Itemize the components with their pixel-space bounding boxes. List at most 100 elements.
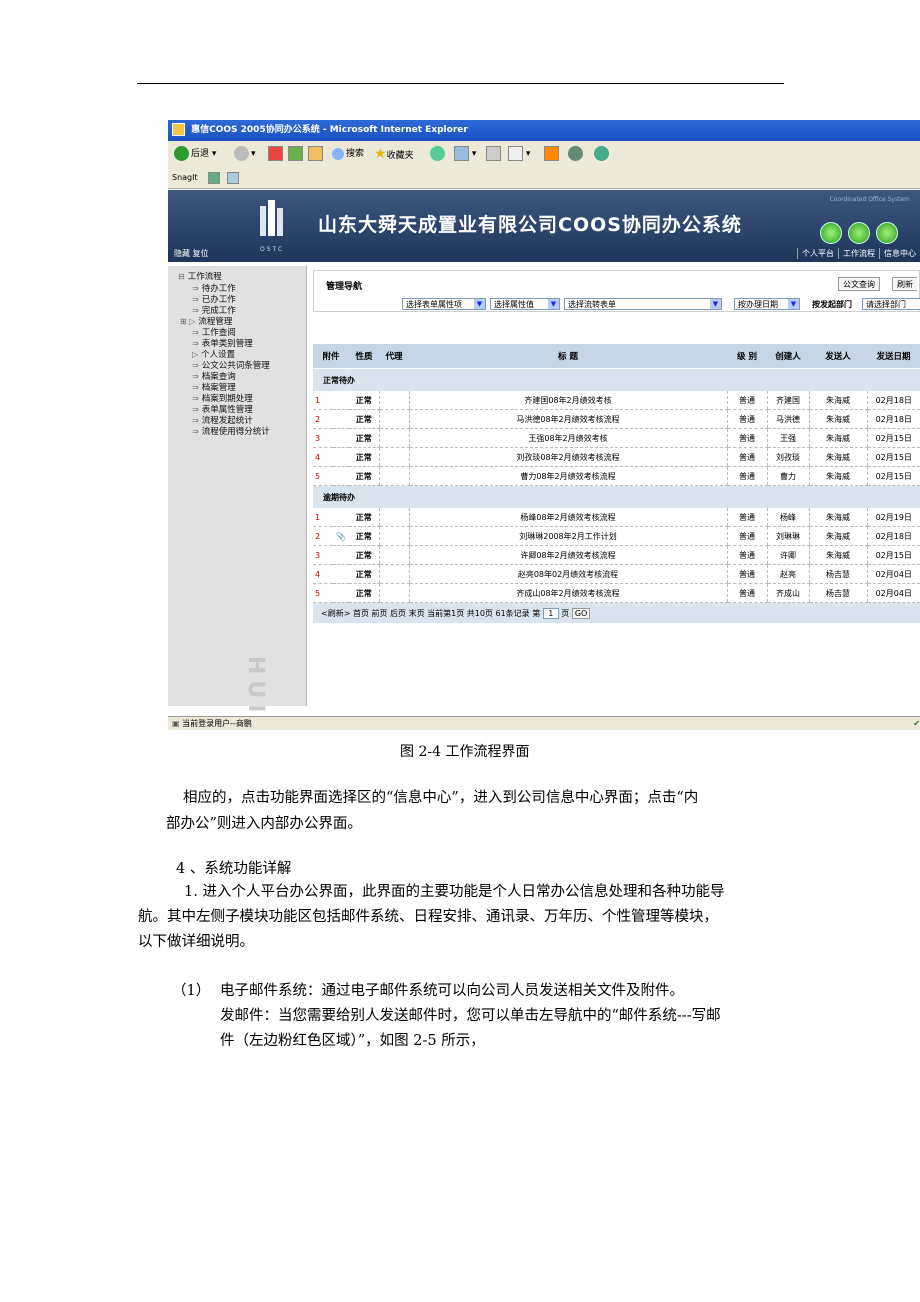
hide-link[interactable]: 隐藏 xyxy=(174,249,190,258)
edit-button[interactable]: ▾ xyxy=(508,145,530,163)
favorites-button[interactable]: ★收藏夹 xyxy=(374,145,414,163)
stop-button[interactable] xyxy=(268,145,283,163)
row-creator: 许卿 xyxy=(766,545,810,565)
tree-item-flow-score[interactable]: ⇒ 流程使用得分统计 xyxy=(192,425,270,437)
tab-info-center[interactable]: 信息中心 xyxy=(879,248,920,259)
row-number: 1 xyxy=(313,391,333,410)
links-bar: SnagIt xyxy=(168,167,920,189)
row-sender: 朱海威 xyxy=(808,391,868,410)
panel-title: 管理导航 xyxy=(326,282,363,292)
window-icon[interactable] xyxy=(226,171,239,184)
search-button[interactable]: 搜索 xyxy=(332,145,364,163)
back-button[interactable]: 后退 ▾ xyxy=(174,145,216,163)
left-tree-panel: ⊟ 工作流程 ⇒ 待办工作 ⇒ 已办工作 ⇒ 完成工作 ⊞ ▷ 流程管理 ⇒ 工作查阅 ⇒ 表… xyxy=(168,266,307,730)
col-nature[interactable]: 性质 xyxy=(349,344,380,369)
power-icon[interactable] xyxy=(876,222,898,244)
row-title[interactable]: 马洪德08年2月绩效考核流程 xyxy=(408,409,728,429)
row-title[interactable]: 许卿08年2月绩效考核流程 xyxy=(408,545,728,565)
company-logo-icon xyxy=(260,200,283,236)
table-row[interactable]: 4 正常 赵亮08年02月绩效考核流程 普通 赵亮 杨吉慧 02月04日 xyxy=(313,564,920,584)
tab-workflow[interactable]: 工作流程 xyxy=(838,248,879,259)
forward-button[interactable]: ▾ xyxy=(234,145,256,163)
row-title[interactable]: 刘孜琰08年2月绩效考核流程 xyxy=(408,447,728,467)
form-attr-select[interactable]: 选择表单属性项 ▼ xyxy=(402,298,486,310)
item1-text: 电子邮件系统：通过电子邮件系统可以向公司人员发送相关文件及附件。 xyxy=(220,983,684,999)
row-title[interactable]: 齐成山08年2月绩效考核流程 xyxy=(408,583,728,603)
row-proxy xyxy=(378,466,410,486)
print-button[interactable] xyxy=(486,145,501,163)
table-row[interactable]: 1 正常 杨峰08年2月绩效考核流程 普通 杨峰 朱海威 02月19日 xyxy=(313,508,920,527)
row-nature: 正常 xyxy=(349,466,380,486)
browser-toolbar: 后退 ▾ ▾ 搜索 ★收藏夹 ▾ ▾ xyxy=(168,141,920,168)
capture-icon[interactable] xyxy=(208,171,221,184)
contacts-button[interactable] xyxy=(594,145,611,163)
date-sort-select[interactable]: 按办理日期 ▼ xyxy=(734,298,800,310)
app-banner: OSTC 山东大舜天成置业有限公司COOS协同办公系统 Coordinated … xyxy=(168,190,920,262)
back-nav-icon[interactable] xyxy=(820,222,842,244)
history-button[interactable] xyxy=(430,145,447,163)
row-title[interactable]: 王强08年2月绩效考核 xyxy=(408,428,728,448)
attr-value-select[interactable]: 选择属性值 ▼ xyxy=(490,298,560,310)
row-title[interactable]: 刘琳琳2008年2月工作计划 xyxy=(408,526,728,546)
window-title: 惠信COOS 2005协同办公系统 - Microsoft Internet E… xyxy=(191,125,468,135)
row-nature: 正常 xyxy=(349,545,380,565)
col-sender[interactable]: 发送人 xyxy=(809,344,868,369)
col-proxy[interactable]: 代理 xyxy=(379,344,410,369)
refresh-page-button[interactable]: 刷新 xyxy=(892,277,917,291)
section-label: 逾期待办 xyxy=(313,485,920,508)
refresh-button[interactable] xyxy=(288,145,303,163)
row-creator: 赵亮 xyxy=(766,564,810,584)
tab-personal-platform[interactable]: 个人平台 xyxy=(797,248,838,259)
row-title[interactable]: 齐建国08年2月绩效考核 xyxy=(408,391,728,410)
reset-link[interactable]: 复位 xyxy=(193,249,209,258)
col-level[interactable]: 级 别 xyxy=(727,344,768,369)
row-send-date: 02月15日 xyxy=(866,428,920,448)
edit-icon xyxy=(508,146,523,161)
col-creator[interactable]: 创建人 xyxy=(767,344,810,369)
table-row[interactable]: 5 正常 齐成山08年2月绩效考核流程 普通 齐成山 杨吉慧 02月04日 xyxy=(313,583,920,603)
row-number: 5 xyxy=(313,466,333,486)
table-row[interactable]: 5 正常 曹力08年2月绩效考核流程 普通 曹力 朱海威 02月15日 xyxy=(313,466,920,486)
row-level: 普通 xyxy=(726,526,768,546)
home-icon xyxy=(308,146,323,161)
forward-arrow-icon xyxy=(234,146,249,161)
row-proxy xyxy=(378,526,410,546)
row-creator: 马洪德 xyxy=(766,409,810,429)
messenger-button[interactable] xyxy=(544,145,559,163)
pager-text[interactable]: <刷新> 首页 前页 后页 末页 当前第1页 共10页 61条记录 第 xyxy=(321,609,540,618)
row-sender: 朱海威 xyxy=(808,447,868,467)
row-level: 普通 xyxy=(726,447,768,467)
management-nav-panel: 管理导航 公文查询 刷新 选择表单属性项 ▼ 选择属性值 ▼ 选择流转表单 ▼ 按办理… xyxy=(313,270,920,312)
col-send-date[interactable]: 发送日期 xyxy=(867,344,920,369)
table-row[interactable]: 1 正常 齐建国08年2月绩效考核 普通 齐建国 朱海威 02月18日 xyxy=(313,391,920,410)
table-row[interactable]: 3 正常 许卿08年2月绩效考核流程 普通 许卿 朱海威 02月15日 xyxy=(313,545,920,565)
header-rule xyxy=(137,83,784,84)
row-title[interactable]: 曹力08年2月绩效考核流程 xyxy=(408,466,728,486)
mail-button[interactable]: ▾ xyxy=(454,145,476,163)
go-button[interactable]: GO xyxy=(571,607,591,619)
attachment-icon xyxy=(333,508,350,527)
dept-label: 按发起部门 xyxy=(812,300,852,309)
snagit-link[interactable]: SnagIt xyxy=(172,173,198,182)
table-row[interactable]: 2 📎 正常 刘琳琳2008年2月工作计划 普通 刘琳琳 朱海威 02月18日 xyxy=(313,526,920,546)
tree-root[interactable]: ⊟ 工作流程 xyxy=(178,270,222,282)
row-title[interactable]: 杨峰08年2月绩效考核流程 xyxy=(408,508,728,527)
page-number-input[interactable]: 1 xyxy=(542,607,559,619)
forward-nav-icon[interactable] xyxy=(848,222,870,244)
banner-subtitle: Coordinated Office System xyxy=(829,196,910,203)
status-text: 当前登录用户--商鹏 xyxy=(182,719,252,728)
people-icon xyxy=(594,146,609,161)
tools-button[interactable] xyxy=(568,145,585,163)
flow-form-select[interactable]: 选择流转表单 ▼ xyxy=(564,298,722,310)
row-title[interactable]: 赵亮08年02月绩效考核流程 xyxy=(408,564,728,584)
row-nature: 正常 xyxy=(349,564,380,584)
table-row[interactable]: 2 正常 马洪德08年2月绩效考核流程 普通 马洪德 朱海威 02月18日 xyxy=(313,409,920,429)
doc-query-button[interactable]: 公文查询 xyxy=(838,277,880,291)
star-icon: ★ xyxy=(374,146,387,162)
col-attachment[interactable]: 附件 xyxy=(313,344,350,369)
table-row[interactable]: 4 正常 刘孜琰08年2月绩效考核流程 普通 刘孜琰 朱海威 02月15日 xyxy=(313,447,920,467)
table-row[interactable]: 3 正常 王强08年2月绩效考核 普通 王强 朱海威 02月15日 xyxy=(313,428,920,448)
home-button[interactable] xyxy=(308,145,323,163)
col-title[interactable]: 标 题 xyxy=(409,344,728,369)
dept-select[interactable]: 请选择部门 xyxy=(862,298,920,310)
